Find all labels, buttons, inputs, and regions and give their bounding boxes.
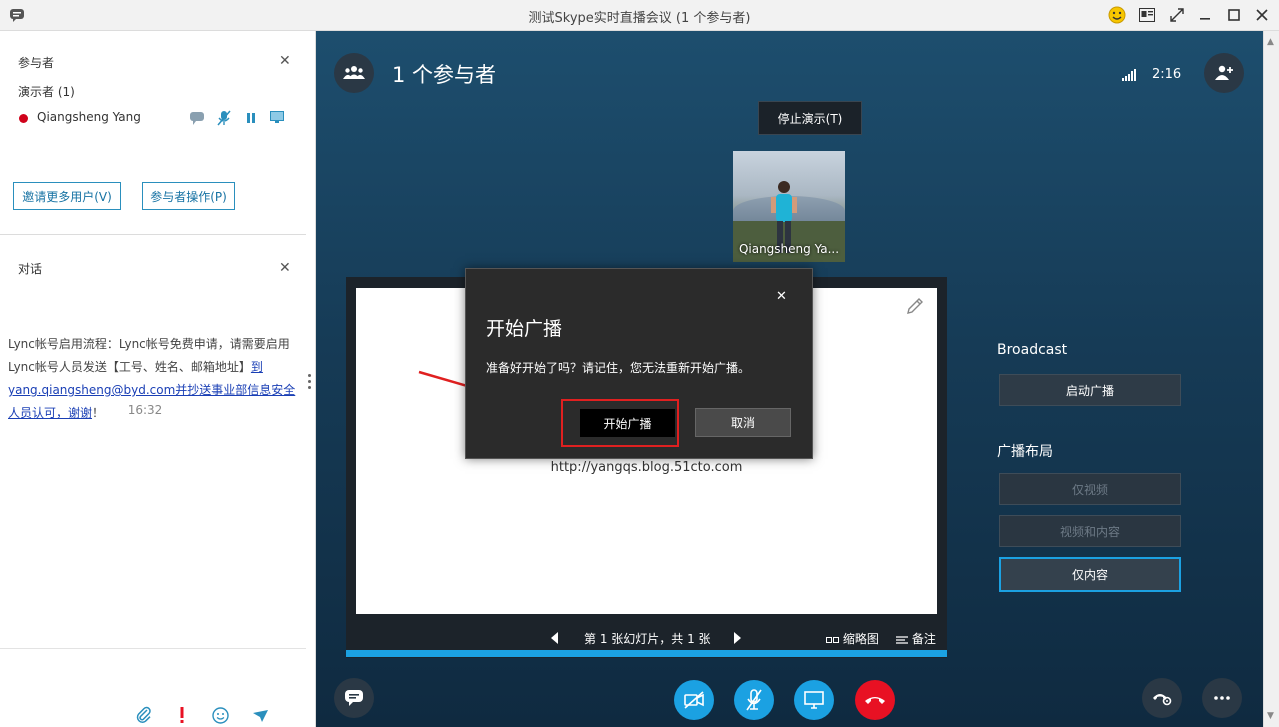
compose-input[interactable] [0,649,306,699]
slide-navigation-bar: 第 1 张幻灯片，共 1 张 缩略图 备注 [346,626,947,650]
window-title: 测试Skype实时直播会议 (1 个参与者) [528,11,751,26]
dialog-title: 开始广播 [486,318,563,340]
notes-toggle[interactable]: 备注 [896,630,936,647]
previous-slide-icon[interactable] [551,632,559,644]
slide-progress-bar [346,650,947,657]
mic-muted-icon [217,110,231,126]
chat-toggle-button[interactable] [334,678,374,718]
mic-off-icon [746,689,762,711]
end-call-button[interactable] [855,680,895,720]
phone-settings-icon [1153,694,1172,706]
add-people-button[interactable] [1204,53,1244,93]
next-slide-icon[interactable] [733,632,741,644]
thumbnails-label: 缩略图 [842,632,879,646]
emoticon-icon[interactable] [212,707,229,724]
scroll-down-icon[interactable]: ▼ [1267,711,1274,721]
video-off-icon [684,691,704,709]
section-divider [0,234,306,235]
chat-message-text: Lync帐号启用流程：Lync帐号免费申请，请需要启用Lync帐号人员发送【工号… [8,337,290,374]
thumbnails-icon [826,636,839,643]
stop-presenting-button[interactable]: 停止演示(T) [758,101,862,135]
dialog-start-broadcast-button[interactable]: 开始广播 [580,409,675,437]
dialog-message: 准备好开始了吗？请记住，您无法重新开始广播。 [486,361,751,375]
scroll-up-icon[interactable]: ▲ [1267,37,1274,47]
hang-up-icon [865,697,885,704]
start-broadcast-dialog: ✕ 开始广播 准备好开始了吗？请记住，您无法重新开始广播。 开始广播 取消 [465,268,813,459]
participant-actions-button[interactable]: 参与者操作(P) [142,182,235,210]
video-toggle-button[interactable] [674,680,714,720]
panel-splitter-handle[interactable] [308,374,311,396]
chat-bubble-icon [345,690,363,706]
minimize-icon[interactable] [1194,5,1216,25]
pen-annotation-icon[interactable] [905,296,925,316]
slide-url-text: http://yangqs.blog.51cto.com [550,460,743,475]
slide-counter: 第 1 张幻灯片，共 1 张 [584,632,711,646]
start-broadcast-button[interactable]: 启动广播 [999,374,1181,406]
pause-icon [247,113,255,123]
monitor-icon [804,691,824,709]
close-conversation-icon[interactable]: ✕ [279,260,291,276]
layout-video-and-content-button[interactable]: 视频和内容 [999,515,1181,547]
presence-dot-icon [19,114,28,123]
participants-button[interactable] [334,53,374,93]
participants-heading: 参与者 [18,56,55,70]
emoji-icon[interactable] [1106,5,1128,25]
video-participant-name: Qiangsheng Ya... [738,242,840,256]
chat-timestamp: 16:32 [127,403,163,417]
close-participants-icon[interactable]: ✕ [279,53,291,69]
title-bar: 测试Skype实时直播会议 (1 个参与者) [0,0,1279,31]
call-controls-button[interactable] [1142,678,1182,718]
dialog-cancel-button[interactable]: 取消 [695,408,791,437]
call-duration: 2:16 [1152,67,1182,82]
left-panel: 参与者 ✕ 演示者 (1) Qiangsheng Yang 邀请更多用户(V) … [0,31,316,727]
more-options-button[interactable] [1202,678,1242,718]
send-icon[interactable] [252,709,269,723]
signal-strength-icon [1122,69,1136,81]
people-icon [343,66,365,79]
attach-icon[interactable] [136,706,152,724]
close-window-icon[interactable] [1251,5,1273,25]
conversation-heading: 对话 [18,262,43,276]
participant-count-title: 1 个参与者 [392,63,497,87]
broadcast-layout-heading: 广播布局 [997,444,1053,460]
participant-row[interactable]: Qiangsheng Yang [18,109,298,129]
mute-toggle-button[interactable] [734,680,774,720]
participant-name: Qiangsheng Yang [37,110,141,124]
chat-icon [190,112,204,125]
participant-video-tile[interactable]: Qiangsheng Ya... [733,151,845,262]
window-scrollbar[interactable]: ▲ ▼ [1263,31,1279,727]
layout-content-only-button[interactable]: 仅内容 [999,557,1181,592]
thumbnails-toggle[interactable]: 缩略图 [826,630,879,647]
notes-icon [896,635,908,644]
dialog-close-icon[interactable]: ✕ [776,289,787,304]
share-screen-button[interactable] [794,680,834,720]
invite-more-users-button[interactable]: 邀请更多用户(V) [13,182,121,210]
broadcast-heading: Broadcast [997,342,1068,358]
maximize-icon[interactable] [1223,5,1245,25]
contact-card-icon[interactable] [1136,5,1158,25]
screen-share-icon [270,111,284,123]
notes-label: 备注 [911,632,936,646]
important-icon[interactable] [178,706,186,724]
add-person-icon [1215,65,1233,80]
presenters-label: 演示者 (1) [18,85,75,99]
popout-icon[interactable] [1166,5,1188,25]
layout-video-only-button[interactable]: 仅视频 [999,473,1181,505]
more-icon [1214,696,1230,700]
